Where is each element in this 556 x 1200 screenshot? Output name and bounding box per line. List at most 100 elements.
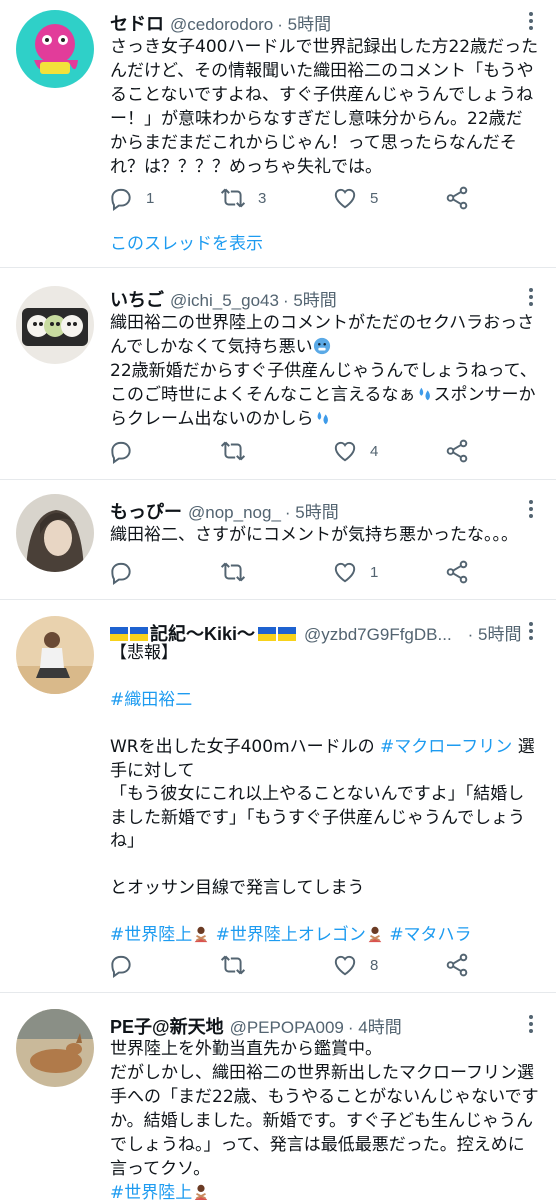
user-handle[interactable]: @cedorodoro — [170, 15, 273, 35]
avatar[interactable] — [16, 286, 94, 364]
retweet-icon — [220, 562, 246, 582]
tweet-actions: 1 3 5 — [108, 183, 476, 213]
tweet-card[interactable]: PE子@新天地 @PEPOPA009 · 4時間 世界陸上を外勤当直先から鑑賞中… — [0, 993, 556, 1200]
timestamp[interactable]: · 5時間 — [283, 286, 337, 311]
tweet-text: 【悲報】 #織田裕二 WRを出した女子400mハードルの #マクローフリン 選 … — [110, 642, 540, 948]
user-handle[interactable]: @nop_nog_ — [188, 503, 281, 523]
tweet-line: 【悲報】 — [110, 643, 178, 663]
woman-gesturing-no-icon — [195, 1184, 208, 1200]
tweet-actions: 8 — [108, 950, 476, 980]
tweet-line: でしょうね。」って、発言は最低最悪だった。控えめに — [110, 1135, 525, 1155]
hashtag-link[interactable]: #世界陸上 — [110, 925, 192, 945]
retweet-icon — [220, 441, 246, 461]
reply-count: 1 — [146, 189, 155, 207]
hashtag-link[interactable]: #マクローフリン — [380, 737, 512, 757]
tweet-line: 手への「まだ22歳、もうやることがないんじゃないです — [110, 1087, 539, 1107]
tweet-line: だがしかし、織田裕二の世界新出したマクローフリン選 — [110, 1063, 534, 1083]
tweet-line: 世界陸上を外勤当直先から鑑賞中。 — [110, 1039, 382, 1059]
ukraine-flag-icon — [110, 627, 128, 641]
avatar[interactable] — [16, 10, 94, 88]
hashtag-link[interactable]: #世界陸上 — [110, 1183, 192, 1200]
avatar[interactable] — [16, 1009, 94, 1087]
tweet-text: 織田裕二、さすがにコメントが気持ち悪かったな。。。 — [110, 523, 540, 547]
retweet-count: 3 — [258, 189, 267, 207]
display-name[interactable]: PE子@新天地 — [110, 1013, 224, 1039]
tweet-line: ました新婚です」「もうすぐ子供産んじゃうんでしょう — [110, 807, 526, 828]
tweet-line: んでしかなくて気持ち悪い — [110, 335, 540, 359]
timestamp[interactable]: · 5時間 — [285, 498, 339, 523]
tweet-line: ることないですよね、すぐ子供産んじゃうんでしょうね — [110, 85, 534, 105]
tweet-text: 世界陸上を外勤当直先から鑑賞中。 だがしかし、織田裕二の世界新出したマクローフリ… — [110, 1037, 540, 1200]
retweet-button[interactable] — [220, 557, 258, 587]
tweet-card[interactable]: セドロ @cedorodoro · 5時間 さっき女子400ハードルで世界記録出… — [0, 0, 556, 268]
user-handle[interactable]: @PEPOPA009 — [230, 1018, 344, 1038]
timestamp[interactable]: · 4時間 — [348, 1013, 402, 1038]
like-count: 8 — [370, 956, 379, 974]
share-button[interactable] — [444, 183, 470, 213]
reply-icon — [111, 955, 131, 978]
woman-gesturing-no-icon — [368, 926, 382, 943]
hashtag-link[interactable]: #織田裕二 — [110, 690, 192, 710]
tweet-line: ー！」が意味わからなすぎだし意味分からん。22歳だ — [110, 109, 523, 129]
like-button[interactable]: 1 — [332, 557, 378, 587]
tweet-card[interactable]: 記紀〜Kiki〜 @yzbd7G9FfgDB... · 5時間 【悲報】 #織田… — [0, 600, 556, 993]
retweet-button[interactable] — [220, 436, 258, 466]
show-thread-link[interactable]: このスレッドを表示 — [110, 229, 263, 254]
sweat-droplets-icon — [419, 387, 430, 401]
tweet-line: んだけど、その情報聞いた織田裕二のコメント「もうや — [110, 61, 534, 81]
like-count: 5 — [370, 189, 379, 207]
more-options-icon[interactable] — [528, 12, 534, 33]
hashtag-link[interactable]: #マタハラ — [389, 925, 471, 945]
tweet-line: ね」 — [110, 831, 144, 851]
hashtag-link[interactable]: #世界陸上オレゴン — [216, 925, 366, 945]
reply-icon — [111, 562, 131, 585]
tweet-line — [110, 713, 540, 737]
tweet-card[interactable]: いちご @ichi_5_go43 · 5時間 織田裕二の世界陸上のコメントがただ… — [0, 268, 556, 480]
like-button[interactable]: 8 — [332, 950, 378, 980]
display-name[interactable]: いちご — [110, 286, 164, 312]
reply-button[interactable] — [108, 557, 146, 587]
reply-button[interactable]: 1 — [108, 183, 154, 213]
avatar[interactable] — [16, 616, 94, 694]
user-handle[interactable]: @ichi_5_go43 — [170, 291, 279, 311]
retweet-button[interactable]: 3 — [220, 183, 266, 213]
tweet-line: からまだまだこれからじゃん！って思ったらなんだそ — [110, 133, 517, 153]
reply-button[interactable] — [108, 436, 146, 466]
cold-face-emoji-icon — [313, 337, 330, 355]
share-icon — [446, 953, 468, 977]
timestamp[interactable]: · 5時間 — [277, 10, 331, 35]
like-button[interactable]: 4 — [332, 436, 378, 466]
tweet-line: か。結婚しました。新婚です。すぐ子ども生んじゃうん — [110, 1111, 533, 1131]
reply-icon — [111, 188, 131, 211]
heart-icon — [334, 955, 356, 976]
heart-icon — [334, 562, 356, 583]
tweet-line: とオッサン目線で発言してしまう — [110, 878, 365, 898]
share-icon — [446, 560, 468, 584]
reply-button[interactable] — [108, 950, 146, 980]
retweet-button[interactable] — [220, 950, 258, 980]
more-options-icon[interactable] — [528, 622, 534, 643]
share-button[interactable] — [444, 436, 470, 466]
display-name[interactable]: セドロ — [110, 10, 164, 36]
avatar[interactable] — [16, 494, 94, 572]
heart-icon — [334, 441, 356, 462]
tweet-line — [110, 666, 540, 690]
share-icon — [446, 439, 468, 463]
share-button[interactable] — [444, 557, 470, 587]
tweet-line: らクレーム出ないのかしら — [110, 407, 540, 431]
tweet-line: れ？は？？？？めっちゃ失礼では。 — [110, 157, 382, 177]
more-options-icon[interactable] — [528, 288, 534, 309]
more-options-icon[interactable] — [528, 1015, 534, 1036]
display-name[interactable]: もっぴー — [110, 498, 182, 524]
tweet-line: 織田裕二、さすがにコメントが気持ち悪かったな。。。 — [110, 525, 518, 545]
ukraine-flag-icon — [278, 627, 296, 641]
tweet-line: 織田裕二の世界陸上のコメントがただのセクハラおっさ — [110, 313, 535, 333]
tweet-line: WRを出した女子400mハードルの #マクローフリン 選 — [110, 737, 535, 757]
tweet-card[interactable]: もっぴー @nop_nog_ · 5時間 織田裕二、さすがにコメントが気持ち悪か… — [0, 480, 556, 600]
tweet-actions: 1 — [108, 557, 476, 587]
tweet-line: さっき女子400ハードルで世界記録出した方22歳だった — [110, 37, 539, 57]
share-button[interactable] — [444, 950, 470, 980]
more-options-icon[interactable] — [528, 500, 534, 521]
tweet-header: セドロ @cedorodoro · 5時間 — [110, 10, 516, 36]
like-button[interactable]: 5 — [332, 183, 378, 213]
